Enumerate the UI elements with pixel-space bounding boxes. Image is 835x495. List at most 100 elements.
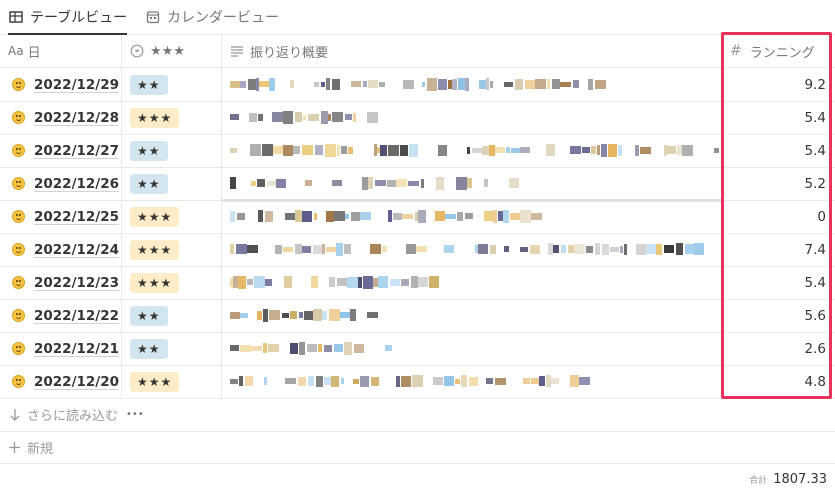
date-link[interactable]: 2022/12/26	[34, 176, 119, 192]
table-row[interactable]: 2022/12/27 ★★ 5.4	[0, 134, 835, 168]
running-value[interactable]: 5.2	[730, 167, 826, 200]
rating-cell[interactable]: ★★★	[130, 266, 180, 299]
review-text-blurred[interactable]	[230, 110, 378, 124]
column-header-date[interactable]: Aa 日	[8, 35, 41, 67]
column-header-rating[interactable]: ★★★	[130, 35, 185, 67]
review-text-blurred[interactable]	[230, 176, 520, 190]
table-row[interactable]: 2022/12/26 ★★ 5.2	[0, 167, 835, 201]
tab-table-view[interactable]: テーブルビュー	[8, 0, 128, 35]
review-text-blurred[interactable]	[230, 341, 392, 355]
blur-pixel	[403, 79, 414, 89]
date-cell[interactable]: 2022/12/27	[12, 134, 119, 167]
date-link[interactable]: 2022/12/25	[34, 209, 119, 225]
more-options-icon[interactable]: •••	[126, 409, 144, 420]
date-cell[interactable]: 2022/12/22	[12, 299, 119, 332]
table-row[interactable]: 2022/12/20 ★★★ 4.8	[0, 365, 835, 399]
running-value[interactable]: 5.4	[730, 266, 826, 299]
column-header-running[interactable]: # ランニング	[730, 35, 815, 67]
rating-cell[interactable]: ★★	[130, 167, 168, 200]
date-cell[interactable]: 2022/12/24	[12, 233, 119, 266]
blur-pixel	[495, 147, 505, 153]
blur-pixel	[422, 81, 425, 87]
rating-cell[interactable]: ★★★	[130, 200, 180, 233]
table-row[interactable]: 2022/12/29 ★★ 9.2	[0, 68, 835, 102]
date-link[interactable]: 2022/12/20	[34, 374, 119, 390]
running-value[interactable]: 5.4	[730, 134, 826, 167]
text-lines-icon	[230, 44, 244, 58]
review-text-blurred[interactable]	[230, 209, 542, 223]
review-text-blurred[interactable]	[230, 242, 704, 256]
review-text-blurred[interactable]	[230, 143, 720, 157]
blur-pixel	[515, 78, 523, 90]
review-text-blurred[interactable]	[230, 275, 439, 289]
rating-cell[interactable]: ★★★	[130, 101, 180, 134]
rating-cell[interactable]: ★★	[130, 134, 168, 167]
date-cell[interactable]: 2022/12/26	[12, 167, 119, 200]
rating-cell[interactable]: ★★	[130, 68, 168, 101]
date-link[interactable]: 2022/12/27	[34, 143, 119, 159]
blur-pixel	[539, 376, 545, 386]
date-link[interactable]: 2022/12/22	[34, 308, 119, 324]
running-value[interactable]: 7.4	[730, 233, 826, 266]
table-icon	[8, 9, 24, 25]
table-row[interactable]: 2022/12/21 ★★ 2.6	[0, 332, 835, 366]
date-link[interactable]: 2022/12/29	[34, 77, 119, 93]
blur-pixel	[520, 246, 528, 252]
tab-calendar-view[interactable]: カレンダービュー	[145, 0, 279, 34]
running-value[interactable]: 9.2	[730, 68, 826, 101]
running-value[interactable]: 5.4	[730, 101, 826, 134]
rating-cell[interactable]: ★★	[130, 299, 168, 332]
blur-pixel	[458, 78, 465, 90]
blur-pixel	[230, 210, 235, 222]
blur-pixel	[344, 341, 352, 355]
rating-cell[interactable]: ★★	[130, 332, 168, 365]
review-text-blurred[interactable]	[230, 308, 380, 322]
rating-cell[interactable]: ★★★	[130, 365, 180, 398]
running-value[interactable]: 4.8	[730, 365, 826, 398]
blur-pixel	[251, 180, 256, 186]
blur-pixel	[551, 378, 559, 384]
new-row-button[interactable]: 新規	[0, 432, 835, 464]
blur-pixel	[230, 147, 237, 153]
table-row[interactable]: 2022/12/22 ★★ 5.6	[0, 299, 835, 333]
rating-tag: ★★	[130, 74, 168, 95]
date-cell[interactable]: 2022/12/23	[12, 266, 119, 299]
date-cell[interactable]: 2022/12/29	[12, 68, 119, 101]
number-hash-icon: #	[730, 43, 742, 59]
column-sum[interactable]: 合計 1807.33	[749, 470, 827, 488]
review-text-blurred[interactable]	[230, 77, 610, 91]
date-link[interactable]: 2022/12/24	[34, 242, 119, 258]
review-text-blurred[interactable]	[230, 374, 600, 388]
calendar-icon	[145, 9, 161, 25]
blur-pixel	[370, 244, 381, 254]
running-value[interactable]: 5.6	[730, 299, 826, 332]
blur-pixel	[597, 145, 600, 155]
blur-pixel	[311, 276, 318, 288]
row-selection-band	[222, 199, 721, 202]
running-value[interactable]: 2.6	[730, 332, 826, 365]
load-more-button[interactable]: さらに読み込む •••	[0, 398, 835, 432]
smiley-emoji-icon	[12, 111, 25, 124]
date-link[interactable]: 2022/12/23	[34, 275, 119, 291]
column-label: ★★★	[150, 43, 185, 59]
date-cell[interactable]: 2022/12/20	[12, 365, 119, 398]
blur-pixel	[504, 246, 509, 252]
table-row[interactable]: 2022/12/24 ★★★ 7.4	[0, 233, 835, 267]
date-link[interactable]: 2022/12/28	[34, 110, 119, 126]
date-cell[interactable]: 2022/12/21	[12, 332, 119, 365]
table-row[interactable]: 2022/12/25 ★★★ 0	[0, 200, 835, 234]
blur-pixel	[388, 144, 399, 156]
table-row[interactable]: 2022/12/23 ★★★ 5.4	[0, 266, 835, 300]
running-value[interactable]: 0	[730, 200, 826, 233]
date-link[interactable]: 2022/12/21	[34, 341, 119, 357]
blur-pixel	[293, 146, 300, 154]
blur-pixel	[314, 81, 319, 87]
table-row[interactable]: 2022/12/28 ★★★ 5.4	[0, 101, 835, 135]
blur-pixel	[345, 213, 349, 219]
blur-pixel	[411, 276, 418, 288]
date-cell[interactable]: 2022/12/25	[12, 200, 119, 233]
column-header-review[interactable]: 振り返り概要	[230, 35, 328, 67]
blur-pixel	[388, 210, 392, 222]
date-cell[interactable]: 2022/12/28	[12, 101, 119, 134]
rating-cell[interactable]: ★★★	[130, 233, 180, 266]
